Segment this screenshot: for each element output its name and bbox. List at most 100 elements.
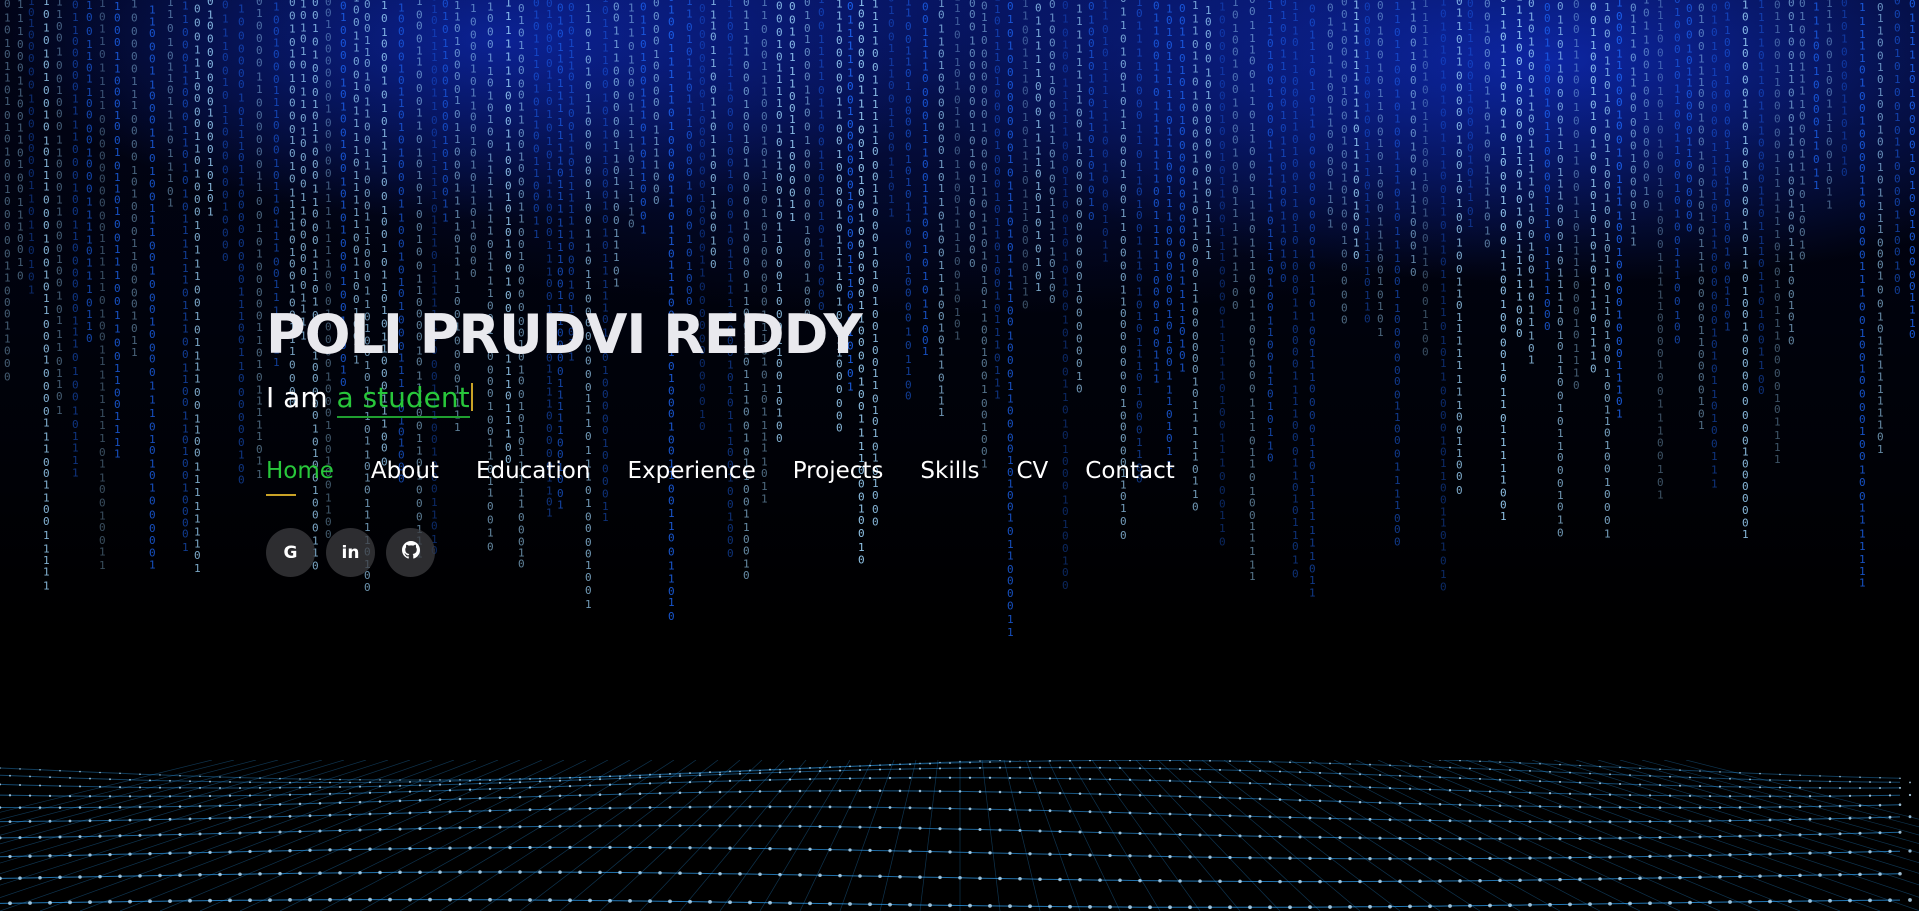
grid-dot <box>48 900 52 905</box>
grid-dot <box>1088 853 1092 857</box>
github-link-button[interactable] <box>386 528 435 577</box>
grid-dot <box>1708 900 1712 905</box>
grid-dot <box>1438 879 1442 883</box>
rain-column: 0111011000110100110101000110000111100011… <box>1292 0 1299 580</box>
grid-dot <box>1349 763 1351 765</box>
grid-dot <box>1658 876 1662 880</box>
grid-dot <box>218 786 222 790</box>
rain-column: 000100001000100101001000000 <box>1341 0 1348 327</box>
grid-dot <box>1768 852 1772 856</box>
grid-dot <box>1298 798 1302 802</box>
grid-dot <box>168 899 172 903</box>
grid-line <box>0 760 433 911</box>
rain-column: 10010100001101010 <box>1841 0 1848 179</box>
grid-dot <box>818 873 822 877</box>
grid-dot <box>338 785 342 789</box>
nav-experience[interactable]: Experience <box>627 456 755 490</box>
grid-dot <box>1158 794 1162 798</box>
grid-dot <box>849 765 851 768</box>
grid-dot <box>1838 872 1842 877</box>
grid-dot <box>868 902 872 907</box>
grid-dot <box>1298 879 1302 884</box>
grid-dot <box>1598 836 1602 840</box>
grid-dot <box>128 795 132 798</box>
grid-line <box>1355 760 1681 911</box>
rain-column: 01001100010101001010101011101110 <box>1590 0 1597 375</box>
nav-education[interactable]: Education <box>476 456 591 490</box>
grid-dot <box>308 897 312 902</box>
grid-line <box>1135 760 1281 911</box>
rain-column: 10001110010011001101111000101110 <box>1573 0 1580 392</box>
grid-dot <box>538 870 542 874</box>
grid-dot <box>0 876 2 881</box>
grid-dot <box>79 770 81 773</box>
grid-dot <box>688 846 692 850</box>
grid-dot <box>758 872 762 876</box>
grid-dot <box>1398 774 1402 777</box>
grid-dot <box>359 779 361 781</box>
grid-dot <box>248 816 252 819</box>
rain-column: 01001111011001101010110000 <box>818 0 825 313</box>
nav-skills[interactable]: Skills <box>920 456 979 490</box>
grid-dot <box>578 824 582 828</box>
nav-projects[interactable]: Projects <box>793 456 884 490</box>
grid-dot <box>808 847 812 851</box>
grid-dot <box>1158 767 1162 770</box>
grid-dot <box>198 873 202 877</box>
grid-dot <box>1328 817 1332 820</box>
grid-dot <box>358 828 362 832</box>
grid-dot <box>368 812 372 816</box>
grid-dot <box>1609 773 1611 776</box>
grid-dot <box>1708 853 1712 857</box>
grid-dot <box>508 787 512 790</box>
grid-dot <box>1838 786 1842 790</box>
grid-dot <box>1268 905 1272 910</box>
grid-dot <box>509 778 511 781</box>
nav-contact[interactable]: Contact <box>1085 456 1174 490</box>
grid-dot <box>418 784 422 787</box>
nav-home[interactable]: Home <box>266 456 334 496</box>
grid-dot <box>678 824 682 828</box>
grid-dot <box>1648 820 1652 823</box>
grid-dot <box>1318 771 1322 774</box>
grid-dot <box>119 772 121 775</box>
grid-dot <box>138 833 142 837</box>
rain-column: 0111001000011011 <box>1813 0 1820 192</box>
rain-column: 1000001100100111011111110110 <box>1364 0 1371 325</box>
rain-column: 1010011001100001101 <box>1327 0 1334 231</box>
grid-dot <box>1658 835 1662 840</box>
grid-dot <box>148 899 152 904</box>
grid-line <box>1003 760 1041 911</box>
grid-dot <box>78 785 82 788</box>
grid-dot <box>678 774 682 778</box>
grid-dot <box>1768 795 1772 798</box>
grid-dot <box>638 792 642 795</box>
grid-dot <box>828 805 832 809</box>
grid-dot <box>118 805 122 809</box>
grid-dot <box>49 776 51 779</box>
grid-dot <box>1108 853 1112 858</box>
grid-dot <box>1109 760 1111 762</box>
grid-dot <box>838 873 842 878</box>
grid-dot <box>238 872 242 876</box>
grid-dot <box>1118 831 1122 835</box>
rain-column: 1010011100110011011 <box>888 0 895 220</box>
grid-dot <box>1478 878 1482 883</box>
grid-dot <box>1238 879 1242 884</box>
linkedin-link-button[interactable]: in <box>326 528 375 577</box>
grid-dot <box>398 799 402 803</box>
grid-dot <box>299 778 301 780</box>
grid-dot <box>848 848 852 852</box>
google-link-button[interactable]: G <box>266 528 315 577</box>
rain-column: 111100100111001011 <box>1826 0 1833 212</box>
grid-dot <box>1498 804 1502 807</box>
nav-cv[interactable]: CV <box>1016 456 1048 490</box>
grid-dot <box>809 766 811 769</box>
grid-dot <box>968 850 972 855</box>
grid-dot <box>588 784 592 787</box>
grid-dot <box>428 897 432 902</box>
grid-dot <box>1028 777 1032 780</box>
rain-column: 10101010111010000110000001111 <box>300 0 307 342</box>
grid-dot <box>1838 832 1842 836</box>
nav-about[interactable]: About <box>371 456 439 490</box>
